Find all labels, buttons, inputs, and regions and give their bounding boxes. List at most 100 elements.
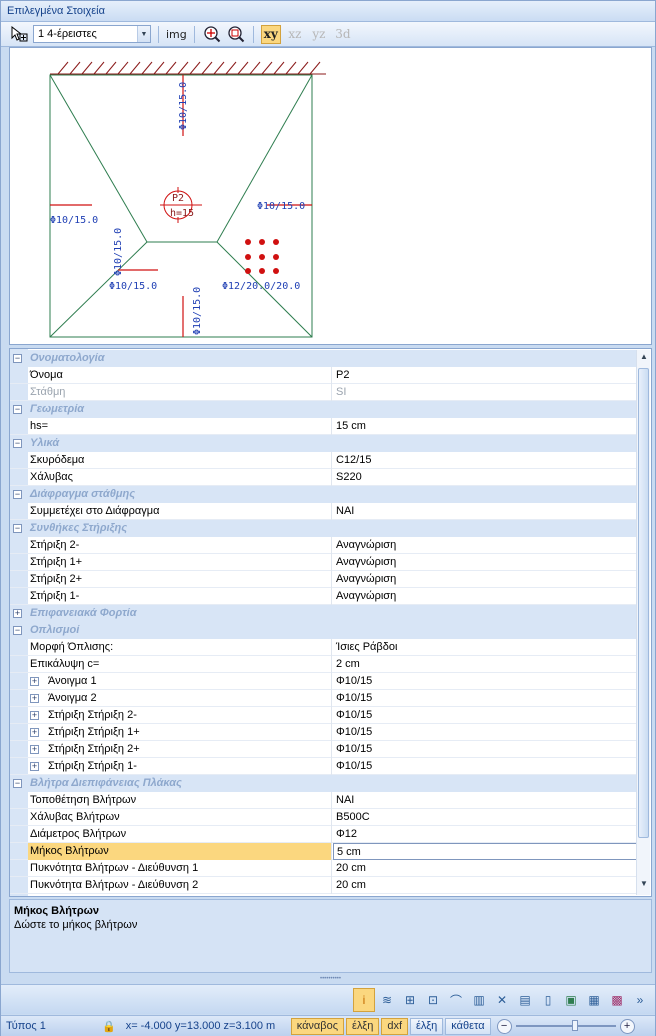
dowel-length-input[interactable]: 5 cm bbox=[333, 843, 637, 860]
prop-hs[interactable]: hs= 15 cm bbox=[10, 418, 637, 435]
description-text: Δώστε το μήκος βλήτρων bbox=[14, 919, 138, 931]
category-surface-loads[interactable]: + Επιφανειακά Φορτία bbox=[10, 605, 637, 622]
zoom-in-icon[interactable] bbox=[202, 25, 222, 44]
toolbar-separator bbox=[158, 25, 159, 43]
grid-green-icon[interactable]: ▣ bbox=[560, 988, 582, 1012]
prop-support-2-plus[interactable]: Στήριξη 2+ Αναγνώριση bbox=[10, 571, 637, 588]
add-element-icon[interactable]: ⊞ bbox=[399, 988, 421, 1012]
view-3d-button[interactable]: 3d bbox=[333, 25, 353, 44]
prop-support-1-plus[interactable]: Στήριξη 1+ Αναγνώριση bbox=[10, 554, 637, 571]
category-diaphragm[interactable]: − Διάφραγμα στάθμης bbox=[10, 486, 637, 503]
category-reinforcement[interactable]: − Οπλισμοί bbox=[10, 622, 637, 639]
prop-support-rebar-1-minus[interactable]: + Στήριξη Στήριξη 1- Φ10/15 bbox=[10, 758, 637, 775]
expand-icon[interactable]: + bbox=[13, 609, 22, 618]
grid-toggle-button[interactable]: κάναβος bbox=[290, 1017, 345, 1035]
dxf-toggle-button[interactable]: dxf bbox=[381, 1017, 409, 1035]
prop-dowel-steel[interactable]: Χάλυβας Βλήτρων B500C bbox=[10, 809, 637, 826]
toolbar-separator bbox=[193, 25, 195, 43]
collapse-icon[interactable]: − bbox=[13, 439, 22, 448]
prop-support-2-minus[interactable]: Στήριξη 2- Αναγνώριση bbox=[10, 537, 637, 554]
expand-icon[interactable]: + bbox=[30, 728, 39, 737]
collapse-icon[interactable]: − bbox=[13, 524, 22, 533]
slab-name-label: P2 bbox=[172, 193, 184, 204]
table-icon[interactable]: ▦ bbox=[583, 988, 605, 1012]
prop-steel[interactable]: Χάλυβας S220 bbox=[10, 469, 637, 486]
rebar-inner-left-label: Φ10/15.0 bbox=[113, 228, 124, 276]
status-bar: Τύπος 1 🔒 x= -4.000 y=13.000 z=3.100 m κ… bbox=[1, 1015, 655, 1036]
prop-dowel-placement[interactable]: Τοποθέτηση Βλήτρων ΝΑΙ bbox=[10, 792, 637, 809]
expand-icon[interactable]: + bbox=[30, 694, 39, 703]
prop-support-rebar-2-minus[interactable]: + Στήριξη Στήριξη 2- Φ10/15 bbox=[10, 707, 637, 724]
moment-diagram-icon[interactable]: ⌒ bbox=[445, 988, 467, 1012]
prop-cover[interactable]: Επικάλυψη c= 2 cm bbox=[10, 656, 637, 673]
panel-title: Επιλεγμένα Στοιχεία bbox=[1, 1, 655, 22]
edit-element-icon[interactable]: ⊡ bbox=[422, 988, 444, 1012]
zoom-out-icon[interactable] bbox=[226, 25, 246, 44]
chevron-down-icon[interactable]: ▼ bbox=[137, 26, 150, 42]
rebar-dowels-label: Φ12/20.0/20.0 bbox=[222, 281, 300, 292]
scrollbar-thumb[interactable] bbox=[638, 368, 649, 838]
prop-dowel-diameter[interactable]: Διάμετρος Βλήτρων Φ12 bbox=[10, 826, 637, 843]
rebar-right-label: Φ10/15.0 bbox=[257, 201, 305, 212]
slab-drawing-canvas[interactable]: P2 h=15 Φ10/15.0 Φ10/15.0 Φ10/15.0 Φ10/1… bbox=[9, 47, 652, 345]
view-xy-button[interactable]: xy bbox=[260, 24, 281, 44]
category-geometry[interactable]: − Γεωμετρία bbox=[10, 401, 637, 418]
view-yz-button[interactable]: yz bbox=[309, 25, 329, 44]
layers-icon[interactable]: ≋ bbox=[376, 988, 398, 1012]
prop-support-1-minus[interactable]: Στήριξη 1- Αναγνώριση bbox=[10, 588, 637, 605]
lock-icon[interactable]: 🔒 bbox=[97, 1018, 121, 1035]
category-naming[interactable]: − Ονοματολογία bbox=[10, 350, 637, 367]
prop-dowel-length[interactable]: Μήκος Βλήτρων 5 cm bbox=[10, 843, 637, 860]
img-button[interactable]: img bbox=[166, 25, 187, 44]
panel-splitter[interactable]: •••••••••• bbox=[9, 976, 652, 983]
zoom-slider-thumb[interactable] bbox=[571, 1020, 578, 1031]
prop-support-rebar-1-plus[interactable]: + Στήριξη Στήριξη 1+ Φ10/15 bbox=[10, 724, 637, 741]
expand-icon[interactable]: + bbox=[30, 711, 39, 720]
prop-dowel-density-1[interactable]: Πυκνότητα Βλήτρων - Διεύθυνση 1 20 cm bbox=[10, 860, 637, 877]
prop-diaphragm[interactable]: Συμμετέχει στο Διάφραγμα ΝΑΙ bbox=[10, 503, 637, 520]
dxf-snap-toggle-button[interactable]: έλξη bbox=[410, 1017, 444, 1035]
prop-support-rebar-2-plus[interactable]: + Στήριξη Στήριξη 2+ Φ10/15 bbox=[10, 741, 637, 758]
property-grid-scrollbar[interactable]: ▲ ▼ bbox=[636, 350, 650, 895]
collapse-icon[interactable]: − bbox=[13, 626, 22, 635]
more-icon[interactable]: » bbox=[629, 988, 651, 1012]
zoom-in-button[interactable]: + bbox=[619, 1018, 635, 1034]
bar-chart-icon[interactable]: ▥ bbox=[468, 988, 490, 1012]
zoom-out-button[interactable]: − bbox=[496, 1018, 512, 1034]
zoom-slider[interactable] bbox=[515, 1020, 616, 1031]
select-pointer-icon[interactable] bbox=[9, 25, 29, 44]
collapse-icon[interactable]: − bbox=[13, 490, 22, 499]
prop-dowel-density-2[interactable]: Πυκνότητα Βλήτρων - Διεύθυνση 2 20 cm bbox=[10, 877, 637, 894]
rebar-top-label: Φ10/15.0 bbox=[178, 82, 189, 130]
category-supports[interactable]: − Συνθήκες Στήριξης bbox=[10, 520, 637, 537]
pattern-icon[interactable]: ▩ bbox=[606, 988, 628, 1012]
cross-section-icon[interactable]: ✕ bbox=[491, 988, 513, 1012]
prop-span-2[interactable]: + Άνοιγμα 2 Φ10/15 bbox=[10, 690, 637, 707]
ortho-toggle-button[interactable]: κάθετα bbox=[445, 1017, 491, 1035]
scroll-down-icon[interactable]: ▼ bbox=[637, 879, 651, 893]
expand-icon[interactable]: + bbox=[30, 677, 39, 686]
view-xz-button[interactable]: xz bbox=[285, 25, 305, 44]
info-icon[interactable]: i bbox=[353, 988, 375, 1012]
prop-reinforcement-form[interactable]: Μορφή Όπλισης: Ίσιες Ράβδοι bbox=[10, 639, 637, 656]
category-materials[interactable]: − Υλικά bbox=[10, 435, 637, 452]
property-grid: − Ονοματολογία Όνομα P2 Στάθμη SI − Γεωμετρί… bbox=[9, 348, 652, 897]
panel-toolbar: 1 4-έρειστες ▼ img xy xz yz 3d bbox=[1, 22, 655, 47]
document-icon[interactable]: ▯ bbox=[537, 988, 559, 1012]
dowel-dots bbox=[245, 239, 279, 274]
collapse-icon[interactable]: − bbox=[13, 405, 22, 414]
prop-span-1[interactable]: + Άνοιγμα 1 Φ10/15 bbox=[10, 673, 637, 690]
report-icon[interactable]: ▤ bbox=[514, 988, 536, 1012]
prop-concrete[interactable]: Σκυρόδεμα C12/15 bbox=[10, 452, 637, 469]
collapse-icon[interactable]: − bbox=[13, 354, 22, 363]
prop-name[interactable]: Όνομα P2 bbox=[10, 367, 637, 384]
category-dowels[interactable]: − Βλήτρα Διεπιφάνειας Πλάκας bbox=[10, 775, 637, 792]
expand-icon[interactable]: + bbox=[30, 745, 39, 754]
scroll-up-icon[interactable]: ▲ bbox=[637, 352, 651, 366]
snap-toggle-button[interactable]: έλξη bbox=[346, 1017, 380, 1035]
collapse-icon[interactable]: − bbox=[13, 779, 22, 788]
element-filter-combo[interactable]: 1 4-έρειστες ▼ bbox=[33, 25, 151, 43]
expand-icon[interactable]: + bbox=[30, 762, 39, 771]
element-filter-value: 1 4-έρειστες bbox=[38, 28, 97, 40]
rebar-bottom-label: Φ10/15.0 bbox=[192, 287, 203, 335]
